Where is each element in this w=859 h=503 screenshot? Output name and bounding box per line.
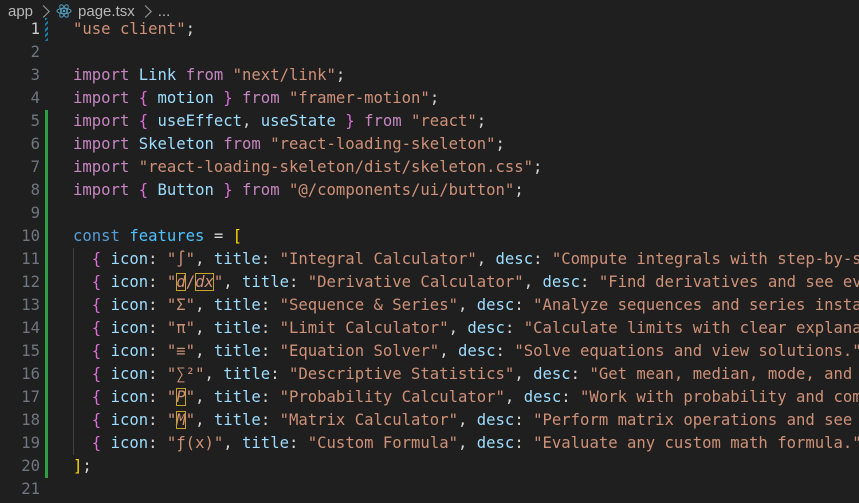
code-text: import { useEffect, useState } from "rea… [73,112,487,130]
git-modified-marker[interactable] [45,317,48,340]
git-modified-marker[interactable] [45,179,48,202]
code-text: { icon: "M", title: "Matrix Calculator",… [91,411,859,429]
line-number: 13 [21,296,40,314]
chevron-right-icon [37,4,50,18]
line-number: 2 [30,43,40,61]
line-number: 8 [30,181,40,199]
code-line[interactable]: 16 { icon: "∑²", title: "Descriptive Sta… [0,363,859,386]
code-line[interactable]: 21 [0,478,859,501]
breadcrumb-more[interactable]: ... [158,3,171,20]
line-number: 1 [30,20,40,38]
code-editor[interactable]: 1 "use client"; 2 3 import Link from "next/l… [0,18,859,503]
git-modified-marker[interactable] [45,363,48,386]
line-number: 14 [21,319,40,337]
line-number: 4 [30,89,40,107]
code-line[interactable]: 15 { icon: "≡", title: "Equation Solver"… [0,340,859,363]
code-text: { icon: "π", title: "Limit Calculator", … [91,319,859,337]
git-modified-marker[interactable] [45,202,48,225]
line-number: 5 [30,112,40,130]
react-icon [56,3,72,19]
git-modified-marker[interactable] [45,455,48,478]
git-modified-marker[interactable] [45,248,48,271]
code-text: { icon: "ƒ(x)", title: "Custom Formula",… [91,434,859,452]
code-text: "use client"; [73,20,196,38]
git-modified-marker[interactable] [45,294,48,317]
code-line[interactable]: 19 { icon: "ƒ(x)", title: "Custom Formul… [0,432,859,455]
code-text: { icon: "Σ", title: "Sequence & Series",… [91,296,859,314]
code-line[interactable]: 20]; [0,455,859,478]
code-line[interactable]: 2 [0,41,859,64]
code-line[interactable]: 7 import "react-loading-skeleton/dist/ske… [0,156,859,179]
line-number: 10 [21,227,40,245]
line-number: 17 [21,388,40,406]
code-text: import "react-loading-skeleton/dist/skel… [73,158,543,176]
line-number: 21 [21,480,40,498]
code-text: { icon: "∫", title: "Integral Calculator… [91,250,859,268]
code-line[interactable]: 3 import Link from "next/link"; [0,64,859,87]
code-text: { icon: "∑²", title: "Descriptive Statis… [91,365,859,383]
line-number: 3 [30,66,40,84]
line-number: 18 [21,411,40,429]
git-modified-marker[interactable] [45,432,48,455]
chevron-right-icon [138,4,152,18]
git-modified-marker[interactable] [45,133,48,156]
line-number: 15 [21,342,40,360]
git-modified-marker[interactable] [45,340,48,363]
code-line[interactable]: 11 { icon: "∫", title: "Integral Calcula… [0,248,859,271]
code-line[interactable]: 9 [0,202,859,225]
code-text: { icon: "P", title: "Probability Calcula… [91,388,859,406]
code-text: { icon: "≡", title: "Equation Solver", d… [91,342,859,360]
git-modified-marker[interactable] [45,409,48,432]
code-text: import { motion } from "framer-motion"; [73,89,440,107]
git-modified-marker[interactable] [45,386,48,409]
git-modified-marker[interactable] [45,225,48,248]
git-modified-marker[interactable] [45,110,48,133]
line-number: 19 [21,434,40,452]
code-line[interactable]: 10 const features = [ [0,225,859,248]
code-line[interactable]: 18 { icon: "M", title: "Matrix Calculato… [0,409,859,432]
git-modified-marker[interactable] [45,156,48,179]
line-number: 7 [30,158,40,176]
code-line[interactable]: 14 { icon: "π", title: "Limit Calculator… [0,317,859,340]
code-text: ]; [73,457,92,475]
code-line[interactable]: 1 "use client"; [0,18,859,41]
code-line[interactable]: 5 import { useEffect, useState } from "re… [0,110,859,133]
line-number: 16 [21,365,40,383]
code-text: import Link from "next/link"; [73,66,346,84]
code-line[interactable]: 4 import { motion } from "framer-motion"; [0,87,859,110]
line-number: 11 [21,250,40,268]
code-text: import Skeleton from "react-loading-skel… [73,135,505,153]
git-modified-marker[interactable] [45,271,48,294]
code-line[interactable]: 17 { icon: "P", title: "Probability Calc… [0,386,859,409]
code-line[interactable]: 6 import Skeleton from "react-loading-ske… [0,133,859,156]
line-number: 6 [30,135,40,153]
breadcrumb-folder[interactable]: app [8,3,33,20]
code-line[interactable]: 8 import { Button } from "@/components/ui… [0,179,859,202]
breadcrumb-file[interactable]: page.tsx [78,3,135,20]
line-number: 20 [21,457,40,475]
line-number: 9 [30,204,40,222]
code-text: { icon: "d/dx", title: "Derivative Calcu… [91,273,859,291]
line-number: 12 [21,273,40,291]
code-line[interactable]: 13 { icon: "Σ", title: "Sequence & Serie… [0,294,859,317]
code-text: import { Button } from "@/components/ui/… [73,181,524,199]
code-line[interactable]: 12 { icon: "d/dx", title: "Derivative Ca… [0,271,859,294]
git-change-marker[interactable] [45,18,48,41]
code-text: const features = [ [73,227,243,245]
